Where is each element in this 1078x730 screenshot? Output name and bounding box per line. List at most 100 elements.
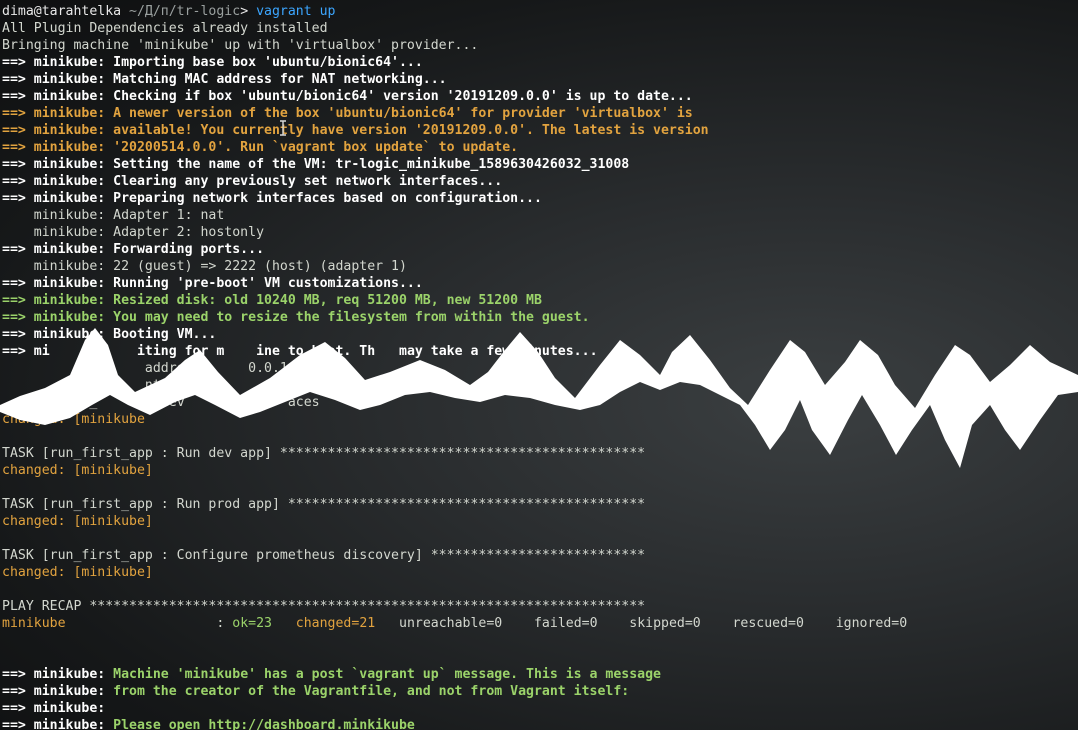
output-segment: Machine 'minikube' has a post `vagrant u… — [113, 667, 661, 682]
output-line: ==> minikube: '20200514.0.0'. Run `vagra… — [2, 139, 1078, 156]
output-segment: dev — [160, 395, 185, 410]
output-segment: changed: [minikube] — [2, 565, 153, 580]
output-segment: ==> minikube: Importing base box 'ubuntu… — [2, 55, 423, 70]
output-segment — [97, 395, 161, 410]
output-line: ==> minikube: Machine 'minikube' has a p… — [2, 666, 1078, 683]
output-segment: ==> minikube: Matching MAC address for N… — [2, 72, 447, 87]
output-line: ==> minikube: Running 'pre-boot' VM cust… — [2, 275, 1078, 292]
output-segment: from the creator of the Vagrantfile, and… — [113, 684, 630, 699]
output-line: ==> mi iting for m ine to boot. Th may t… — [2, 343, 1078, 360]
output-segment: PLAY RECAP *****************************… — [2, 599, 646, 614]
output-segment — [2, 378, 58, 393]
output-line: TASK [run_first_app : Configure promethe… — [2, 547, 1078, 564]
output-segment: rnar — [57, 378, 90, 393]
output-line: ==> minikube: Clearing any previously se… — [2, 173, 1078, 190]
prompt-symbol: > — [240, 4, 257, 19]
output-line: ==> minikube: Setting the name of the VM… — [2, 156, 1078, 173]
output-line: ==> minikube: Resized disk: old 10240 MB… — [2, 292, 1078, 309]
output-segment — [375, 344, 399, 359]
output-segment: minikube: Adapter 1: nat — [2, 208, 225, 223]
output-line: changed: [minikube] — [2, 564, 1078, 581]
output-line: ==> minikube: You may need to resize the… — [2, 309, 1078, 326]
output-segment: ine to boot. Th — [256, 344, 376, 359]
output-line: minikube : ok=23 changed=21 unreachable=… — [2, 615, 1078, 632]
output-segment: minikube: Adapter 2: hostonly — [2, 225, 265, 240]
output-segment: aces — [287, 395, 320, 410]
output-segment: nt — [144, 378, 161, 393]
output-line: ==> minikube: Matching MAC address for N… — [2, 71, 1078, 88]
output-segment: : — [65, 616, 233, 631]
output-segment: minikube: 22 (guest) => 2222 (host) (ada… — [2, 259, 407, 274]
output-segment: ==> minikube: Resized disk: old 10240 MB… — [2, 293, 542, 308]
output-segment — [89, 378, 145, 393]
output-segment: ==> minikube: Forwarding ports... — [2, 242, 265, 257]
output-segment: ==> minikube: — [2, 667, 114, 682]
prompt-line: dima@tarahtelka ~/Д/п/tr-logic> vagrant … — [2, 3, 1078, 20]
prompt-path: ~/Д/п/tr-logic — [121, 4, 241, 19]
output-segment: ==> minikube: — [2, 701, 114, 716]
command-text: vagrant up — [256, 4, 336, 19]
output-line: minikube: Adapter 2: hostonly — [2, 224, 1078, 241]
output-line: changed: [minikube] — [2, 513, 1078, 530]
prompt-user-host: dima@tarahtelka — [2, 4, 122, 19]
output-segment: ==> minikube: Setting the name of the VM… — [2, 157, 630, 172]
output-line: All Plugin Dependencies already installe… — [2, 20, 1078, 37]
terminal-output: dima@tarahtelka ~/Д/п/tr-logic> vagrant … — [2, 3, 1078, 730]
output-segment: ==> minikube: '20200514.0.0'. Run `vagra… — [2, 140, 519, 155]
output-segment: ==> minikube: Running 'pre-boot' VM cust… — [2, 276, 423, 291]
output-segment: Bringing machine 'minikube' up with 'vir… — [2, 38, 479, 53]
output-segment: ==> minikube: Booting VM... — [2, 327, 217, 342]
terminal-window[interactable]: dima@tarahtelka ~/Д/п/tr-logic> vagrant … — [0, 0, 1078, 730]
output-segment — [185, 395, 288, 410]
output-line: ==> minikube: — [2, 700, 1078, 717]
output-segment: changed: [minikube] — [2, 514, 153, 529]
output-segment — [272, 616, 296, 631]
output-segment: ==> minikube: — [2, 718, 114, 730]
output-line: run_first_ dev aces — [2, 394, 1078, 411]
output-segment — [224, 344, 256, 359]
output-segment: changed=21 — [295, 616, 376, 631]
output-segment: Please open http://dashboard.minkikube — [113, 718, 415, 730]
output-line: ==> minikube: Checking if box 'ubuntu/bi… — [2, 88, 1078, 105]
output-line: ==> minikube: available! You currently h… — [2, 122, 1078, 139]
output-line: minikube: Adapter 1: nat — [2, 207, 1078, 224]
output-line: ==> minikube: Booting VM... — [2, 326, 1078, 343]
output-segment: unreachable=0 failed=0 skipped=0 rescued… — [375, 616, 908, 631]
output-line: changed: [minikube] — [2, 462, 1078, 479]
output-segment: TASK [run_first_app : Run dev app] *****… — [2, 446, 646, 461]
output-segment: ok=23 — [232, 616, 272, 631]
output-line: rnar nt — [2, 377, 1078, 394]
output-segment: ==> minikube: — [2, 684, 114, 699]
output-segment: address — [2, 361, 201, 376]
output-segment: ==> minikube: available! You currently h… — [2, 123, 709, 138]
output-line: ==> minikube: from the creator of the Va… — [2, 683, 1078, 700]
output-segment: minikube — [2, 616, 66, 631]
output-segment: ==> minikube: Preparing network interfac… — [2, 191, 542, 206]
output-segment: may take a few minutes... — [399, 344, 598, 359]
output-segment — [201, 361, 249, 376]
output-line: PLAY RECAP *****************************… — [2, 598, 1078, 615]
output-segment — [50, 344, 137, 359]
text-cursor-icon — [280, 120, 286, 136]
output-segment: ==> minikube: Clearing any previously se… — [2, 174, 503, 189]
output-segment: changed: [minikube — [2, 412, 145, 427]
output-line: address 0.0.1:2222 — [2, 360, 1078, 377]
output-segment: ==> mi — [2, 344, 50, 359]
output-segment: 0.0.1:2222 — [248, 361, 328, 376]
output-line: TASK [run_first_app : Run dev app] *****… — [2, 445, 1078, 462]
output-line: TASK [run_first_app : Run prod app] ****… — [2, 496, 1078, 513]
output-line: Bringing machine 'minikube' up with 'vir… — [2, 37, 1078, 54]
output-line: ==> minikube: Forwarding ports... — [2, 241, 1078, 258]
output-segment: changed: [minikube] — [2, 463, 153, 478]
output-line: ==> minikube: Importing base box 'ubuntu… — [2, 54, 1078, 71]
output-segment: ==> minikube: You may need to resize the… — [2, 310, 590, 325]
output-segment: TASK [run_first_app : Configure promethe… — [2, 548, 646, 563]
output-segment: ==> minikube: Checking if box 'ubuntu/bi… — [2, 89, 693, 104]
output-line: ==> minikube: A newer version of the box… — [2, 105, 1078, 122]
